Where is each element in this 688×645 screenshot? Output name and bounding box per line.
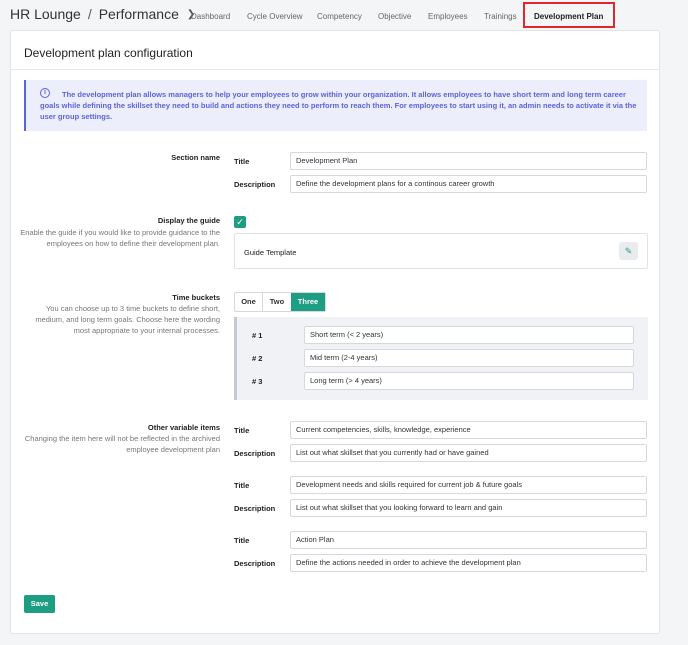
pencil-icon: ✎ <box>624 246 633 256</box>
guide-template-label: Guide Template <box>244 248 297 257</box>
page-title: Development plan configuration <box>24 46 193 60</box>
guide-help: Enable the guide if you would like to pr… <box>20 228 220 248</box>
tab-cycle-overview[interactable]: Cycle Overview <box>247 12 303 21</box>
bucket-number: # 2 <box>252 354 263 363</box>
item-3-title-input[interactable]: Action Plan <box>290 531 647 549</box>
bucket-option-two[interactable]: Two <box>263 293 291 311</box>
tab-trainings[interactable]: Trainings <box>484 12 517 21</box>
item-title-label: Title <box>234 536 250 545</box>
info-banner: i The development plan allows managers t… <box>24 80 647 131</box>
guide-label: Display the guide <box>157 216 220 225</box>
bucket-number: # 3 <box>252 377 263 386</box>
item-description-label: Description <box>234 504 276 513</box>
save-button[interactable]: Save <box>24 595 55 613</box>
item-3-description-input[interactable]: Define the actions needed in order to ac… <box>290 554 647 572</box>
tab-employees[interactable]: Employees <box>428 12 468 21</box>
item-title-label: Title <box>234 426 250 435</box>
display-guide-checkbox[interactable]: ✓ <box>234 216 246 228</box>
active-tab-highlight <box>523 2 615 28</box>
breadcrumb-app[interactable]: HR Lounge <box>10 6 81 22</box>
item-2-description-input[interactable]: List out what skillset that you looking … <box>290 499 647 517</box>
section-title-label: Title <box>234 157 250 166</box>
bucket-1-input[interactable]: Short term (< 2 years) <box>304 326 634 344</box>
section-description-input[interactable]: Define the development plans for a conti… <box>290 175 647 193</box>
item-description-label: Description <box>234 449 276 458</box>
time-buckets-help: You can choose up to 3 time buckets to d… <box>35 304 220 335</box>
breadcrumb-separator: / <box>87 6 92 22</box>
check-icon: ✓ <box>236 217 244 227</box>
breadcrumb-module[interactable]: Performance <box>99 6 179 22</box>
config-card: Development plan configuration i The dev… <box>10 30 660 634</box>
variable-items-help: Changing the item here will not be refle… <box>24 434 220 454</box>
edit-guide-button[interactable]: ✎ <box>619 242 638 260</box>
item-2-title-input[interactable]: Development needs and skills required fo… <box>290 476 647 494</box>
section-name-label: Section name <box>171 153 220 162</box>
item-1-description-input[interactable]: List out what skillset that you currentl… <box>290 444 647 462</box>
tab-dashboard[interactable]: Dashboard <box>191 12 230 21</box>
tab-objective[interactable]: Objective <box>378 12 411 21</box>
guide-template-box: Guide Template ✎ <box>234 233 648 269</box>
bucket-option-three[interactable]: Three <box>291 293 325 311</box>
item-description-label: Description <box>234 559 276 568</box>
top-bar: HR Lounge / Performance ❯ Dashboard Cycle O… <box>0 0 688 30</box>
bucket-number: # 1 <box>252 331 263 340</box>
tab-competency[interactable]: Competency <box>317 12 362 21</box>
divider <box>11 69 659 70</box>
breadcrumb: HR Lounge / Performance ❯ <box>10 6 195 22</box>
bucket-count-toggle: One Two Three <box>234 292 326 312</box>
bucket-option-one[interactable]: One <box>235 293 263 311</box>
bucket-panel: # 1 Short term (< 2 years) # 2 Mid term … <box>234 317 648 400</box>
time-buckets-label: Time buckets <box>172 293 220 302</box>
item-title-label: Title <box>234 481 250 490</box>
info-text: The development plan allows managers to … <box>40 90 637 121</box>
bucket-2-input[interactable]: Mid term (2-4 years) <box>304 349 634 367</box>
section-description-label: Description <box>234 180 276 189</box>
item-1-title-input[interactable]: Current competencies, skills, knowledge,… <box>290 421 647 439</box>
variable-items-label: Other variable items <box>147 423 220 432</box>
bucket-3-input[interactable]: Long term (> 4 years) <box>304 372 634 390</box>
section-title-input[interactable]: Development Plan <box>290 152 647 170</box>
